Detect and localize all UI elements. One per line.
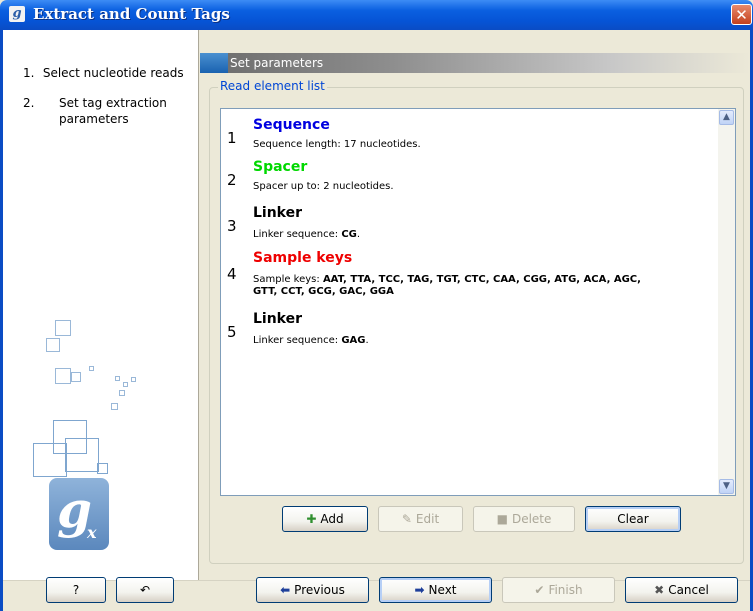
vertical-scrollbar[interactable]: ▲ ▼ — [718, 109, 735, 495]
add-button[interactable]: ✚ Add — [282, 506, 368, 532]
checkmark-icon: ✔ — [534, 583, 545, 597]
scroll-down-icon[interactable]: ▼ — [719, 479, 734, 494]
previous-button[interactable]: ⬅ Previous — [256, 577, 369, 603]
decor-square — [55, 368, 71, 384]
item-description: Linker sequence: CG. — [253, 229, 361, 240]
scroll-up-icon[interactable]: ▲ — [719, 110, 734, 125]
delete-label: Delete — [511, 512, 552, 526]
decor-square — [119, 390, 125, 396]
list-item[interactable]: 4 Sample keys Sample keys: AAT, TTA, TCC… — [221, 250, 711, 306]
group-label: Read element list — [218, 79, 327, 93]
item-description: Spacer up to: 2 nucleotides. — [253, 181, 394, 192]
clear-button[interactable]: Clear — [585, 506, 681, 532]
item-name: Sequence — [253, 117, 330, 133]
step-label: Select nucleotide reads — [42, 66, 184, 80]
list-item[interactable]: 3 Linker Linker sequence: CG. — [221, 205, 711, 245]
clear-label: Clear — [617, 512, 649, 526]
step-select-reads[interactable]: 1. Select nucleotide reads — [23, 65, 184, 81]
decor-square — [97, 463, 108, 474]
item-name: Linker — [253, 311, 303, 327]
pencil-icon: ✎ — [401, 512, 412, 526]
arrow-right-icon: ➡ — [414, 583, 425, 597]
item-name: Sample keys — [253, 250, 353, 266]
edit-button[interactable]: ✎ Edit — [378, 506, 463, 532]
item-name: Linker — [253, 205, 303, 221]
item-number: 3 — [227, 217, 237, 235]
arrow-left-icon: ⬅ — [280, 583, 291, 597]
cancel-button[interactable]: ✖ Cancel — [625, 577, 738, 603]
item-description: Sample keys: AAT, TTA, TCC, TAG, TGT, CT… — [253, 274, 641, 297]
logo-letter-x: x — [87, 523, 97, 542]
previous-label: Previous — [294, 583, 345, 597]
step-set-parameters[interactable]: 2. Set tag extraction parameters — [23, 95, 198, 126]
item-number: 5 — [227, 323, 237, 341]
next-label: Next — [428, 583, 457, 597]
help-icon: ? — [72, 583, 80, 597]
list-item[interactable]: 5 Linker Linker sequence: GAG. — [221, 311, 711, 351]
decor-square — [55, 320, 71, 336]
window-title: Extract and Count Tags — [33, 5, 230, 23]
list-item[interactable]: 1 Sequence Sequence length: 17 nucleotid… — [221, 115, 711, 155]
delete-button[interactable]: ■ Delete — [473, 506, 575, 532]
plus-icon: ✚ — [306, 512, 317, 526]
decor-square — [89, 366, 94, 371]
list-item[interactable]: 2 Spacer Spacer up to: 2 nucleotides. — [221, 159, 711, 199]
cancel-label: Cancel — [668, 583, 709, 597]
item-description: Linker sequence: GAG. — [253, 335, 369, 346]
steps-panel: 1. Select nucleotide reads 2. Set tag ex… — [3, 30, 199, 580]
item-number: 4 — [227, 265, 237, 283]
header-accent — [200, 53, 228, 73]
decor-square — [131, 377, 136, 382]
clc-logo: g x — [49, 478, 109, 550]
finish-button[interactable]: ✔ Finish — [502, 577, 615, 603]
finish-label: Finish — [548, 583, 583, 597]
step-label: Set tag extraction parameters — [59, 96, 167, 126]
cancel-x-icon: ✖ — [654, 583, 665, 597]
delete-icon: ■ — [496, 512, 508, 526]
item-number: 2 — [227, 171, 237, 189]
item-name: Spacer — [253, 159, 308, 175]
decor-square — [33, 443, 67, 477]
logo-decoration: g x — [3, 310, 198, 580]
step-number: 1. — [23, 66, 35, 80]
step-number: 2. — [23, 96, 35, 110]
read-element-list[interactable]: 1 Sequence Sequence length: 17 nucleotid… — [220, 108, 736, 496]
title-bar: g Extract and Count Tags ✕ — [0, 0, 753, 30]
app-icon: g — [9, 6, 25, 22]
reset-button[interactable]: ↶ — [116, 577, 174, 603]
decor-square — [65, 438, 99, 472]
decor-square — [115, 376, 120, 381]
add-label: Add — [320, 512, 344, 526]
section-header-title: Set parameters — [230, 56, 324, 70]
decor-square — [111, 403, 118, 410]
next-button[interactable]: ➡ Next — [379, 577, 492, 603]
close-button[interactable]: ✕ — [731, 4, 752, 25]
item-description: Sequence length: 17 nucleotides. — [253, 139, 421, 150]
help-button[interactable]: ? — [46, 577, 106, 603]
reset-icon: ↶ — [139, 583, 151, 597]
edit-label: Edit — [415, 512, 440, 526]
decor-square — [123, 382, 128, 387]
item-number: 1 — [227, 129, 237, 147]
decor-square — [46, 338, 60, 352]
decor-square — [71, 372, 81, 382]
